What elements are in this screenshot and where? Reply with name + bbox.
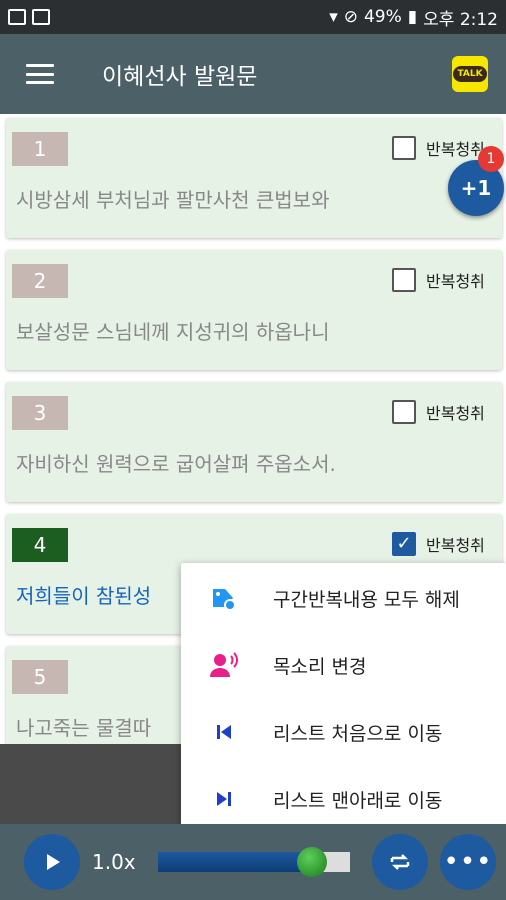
repeat-button[interactable] bbox=[372, 834, 428, 890]
player-bar: 1.0x ••• bbox=[0, 824, 506, 900]
menu-item-go-top[interactable]: 리스트 처음으로 이동 bbox=[181, 699, 506, 765]
overflow-menu: 구간반복내용 모두 해제 목소리 변경 리스트 처음으로 이동 리스트 맨아래로… bbox=[181, 563, 506, 833]
menu-item-clear-repeat[interactable]: 구간반복내용 모두 해제 bbox=[181, 565, 506, 631]
list-item[interactable]: 3 반복청취 자비하신 원력으로 굽어살펴 주옵소서. bbox=[6, 382, 502, 502]
list-item[interactable]: 1 반복청취 시방삼세 부처님과 팔만사천 큰법보와 bbox=[6, 118, 502, 238]
repeat-label: 반복청취 bbox=[426, 140, 485, 159]
status-bar: ▾ ⊘ 49% ▮ 오후 2:12 bbox=[0, 0, 506, 34]
kakao-talk-icon[interactable]: TALK bbox=[452, 56, 488, 92]
app-bar: 이혜선사 발원문 TALK bbox=[0, 34, 506, 114]
menu-item-go-bottom[interactable]: 리스트 맨아래로 이동 bbox=[181, 766, 506, 832]
item-text: 나고죽는 물결따 bbox=[16, 716, 152, 740]
item-text: 자비하신 원력으로 굽어살펴 주옵소서. bbox=[16, 452, 336, 476]
repeat-icon bbox=[390, 854, 410, 870]
item-number: 2 bbox=[12, 264, 68, 298]
item-text: 저희들이 참된성 bbox=[16, 584, 152, 608]
battery-icon: ▮ bbox=[407, 7, 418, 27]
image-icon bbox=[8, 9, 26, 25]
tag-icon bbox=[209, 583, 239, 613]
progress-fill bbox=[158, 852, 312, 872]
battery-text: 49% bbox=[363, 7, 402, 27]
gallery-icon bbox=[32, 9, 50, 25]
slider-handle[interactable] bbox=[296, 847, 327, 877]
do-not-disturb-icon: ⊘ bbox=[343, 7, 358, 27]
skip-next-icon bbox=[209, 784, 239, 814]
repeat-checkbox[interactable] bbox=[392, 268, 416, 292]
menu-item-change-voice[interactable]: 목소리 변경 bbox=[181, 632, 506, 698]
menu-item-label: 리스트 맨아래로 이동 bbox=[273, 789, 443, 812]
menu-item-label: 목소리 변경 bbox=[273, 655, 367, 678]
menu-item-label: 리스트 처음으로 이동 bbox=[273, 722, 443, 745]
notification-badge: 1 bbox=[478, 146, 504, 172]
voice-icon bbox=[209, 650, 239, 680]
play-button[interactable] bbox=[24, 834, 80, 890]
repeat-label: 반복청취 bbox=[426, 536, 485, 555]
item-text: 보살성문 스님네께 지성귀의 하옵나니 bbox=[16, 320, 330, 344]
repeat-checkbox-checked[interactable]: ✓ bbox=[392, 532, 416, 556]
page-title: 이혜선사 발원문 bbox=[102, 64, 258, 90]
repeat-label: 반복청취 bbox=[426, 272, 485, 291]
clock: 오후 2:12 bbox=[423, 9, 498, 30]
play-icon bbox=[47, 854, 60, 870]
list-item[interactable]: 2 반복청취 보살성문 스님네께 지성귀의 하옵나니 bbox=[6, 250, 502, 370]
wifi-icon: ▾ bbox=[329, 7, 338, 27]
item-number: 5 bbox=[12, 660, 68, 694]
repeat-checkbox[interactable] bbox=[392, 136, 416, 160]
item-text: 시방삼세 부처님과 팔만사천 큰법보와 bbox=[16, 188, 330, 212]
skip-previous-icon bbox=[209, 717, 239, 747]
menu-icon[interactable] bbox=[26, 64, 54, 84]
item-number: 1 bbox=[12, 132, 68, 166]
menu-item-label: 구간반복내용 모두 해제 bbox=[273, 588, 460, 611]
more-options-button[interactable]: ••• bbox=[440, 834, 496, 890]
item-number: 3 bbox=[12, 396, 68, 430]
speed-label[interactable]: 1.0x bbox=[92, 850, 136, 874]
progress-slider[interactable] bbox=[158, 847, 350, 877]
repeat-checkbox[interactable] bbox=[392, 400, 416, 424]
item-number: 4 bbox=[12, 528, 68, 562]
repeat-label: 반복청취 bbox=[426, 404, 485, 423]
